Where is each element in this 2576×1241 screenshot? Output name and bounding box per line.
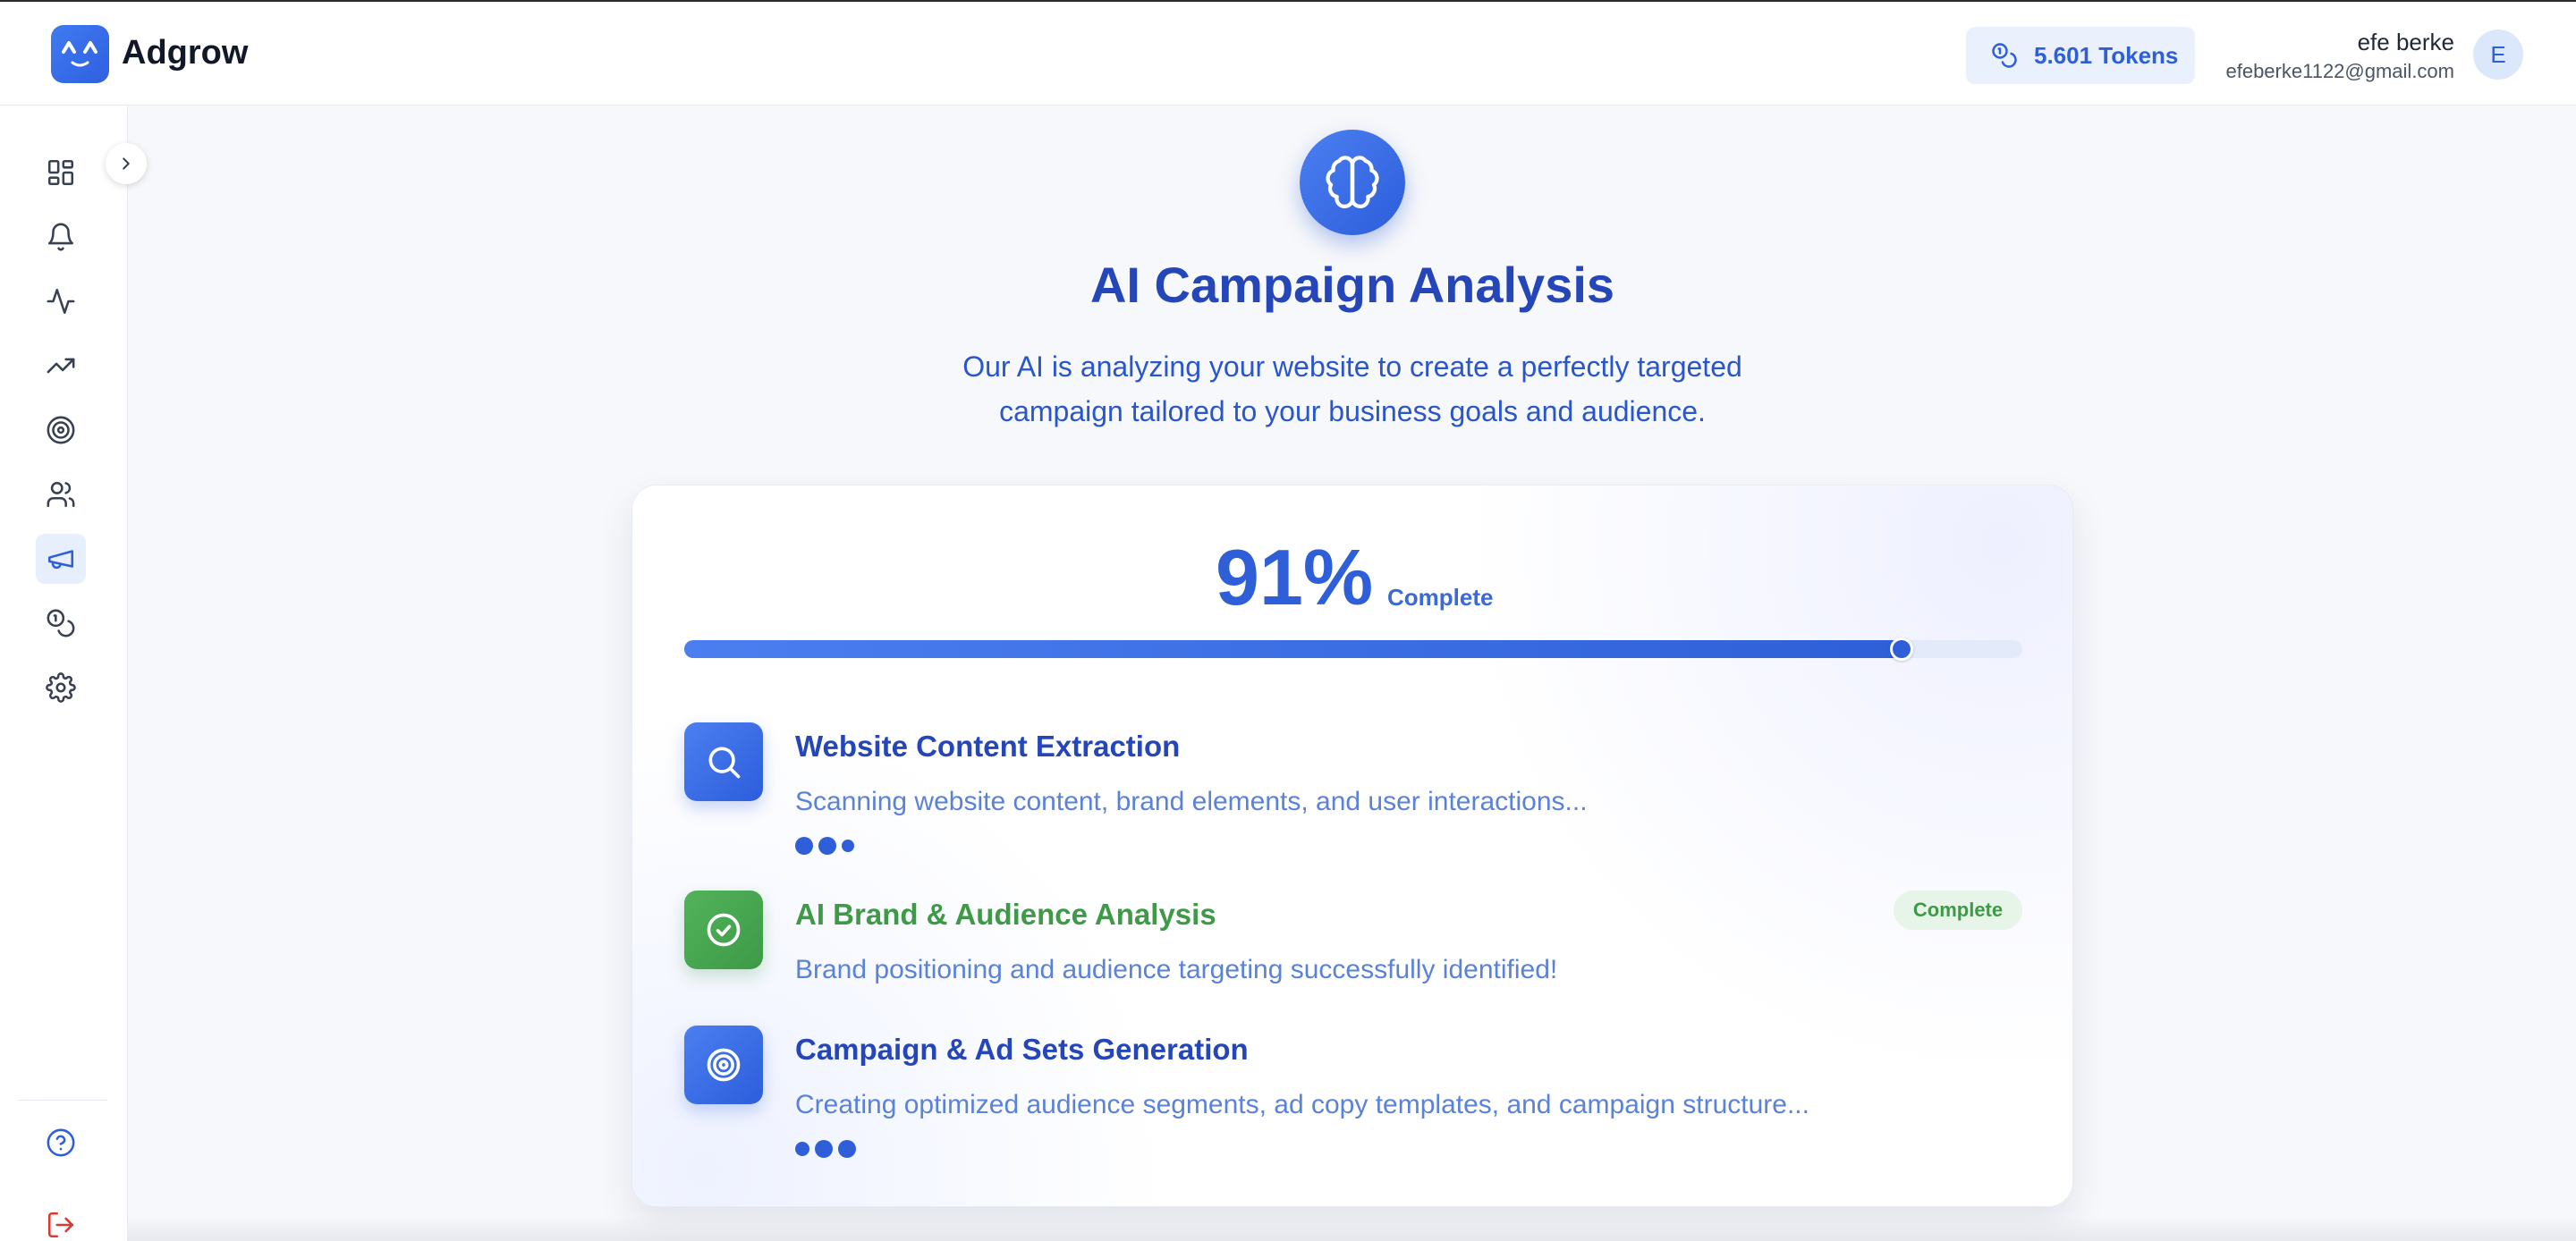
loading-dot — [795, 837, 813, 855]
coins-icon — [1992, 43, 2017, 68]
sidebar-divider — [18, 1100, 107, 1101]
progress-bar — [684, 637, 2022, 661]
users-icon — [47, 481, 75, 508]
status-badge: Complete — [1894, 891, 2022, 930]
sidebar-item-analytics[interactable] — [36, 341, 86, 391]
sidebar-item-targets[interactable] — [36, 405, 86, 455]
target-icon — [47, 416, 75, 444]
sidebar-item-dashboard[interactable] — [36, 148, 86, 198]
sidebar-item-tokens[interactable] — [36, 598, 86, 648]
sidebar-item-logout[interactable] — [36, 1200, 86, 1241]
progress-label: Complete — [1387, 584, 1494, 611]
progress-bar-knob — [1890, 637, 1913, 661]
step-title: AI Brand & Audience Analysis — [795, 898, 1216, 931]
coins-icon — [47, 609, 75, 637]
page-subtitle: Our AI is analyzing your website to crea… — [962, 350, 1742, 427]
user-name: efe berke — [2357, 29, 2454, 55]
brain-icon — [1300, 130, 1405, 235]
sidebar-item-help[interactable] — [36, 1118, 86, 1168]
bell-icon — [47, 223, 74, 251]
progress-percent: 91% — [1216, 533, 1374, 621]
analysis-card: 91% Complete Website Content Extraction … — [631, 485, 2073, 1207]
megaphone-icon — [47, 550, 74, 570]
avatar[interactable]: E — [2473, 30, 2523, 80]
sidebar-collapse-button[interactable] — [106, 143, 147, 184]
page-title: AI Campaign Analysis — [1089, 257, 1615, 313]
step-campaign-generation: Campaign & Ad Sets Generation Creating o… — [684, 1026, 2022, 1160]
loading-dots — [795, 1140, 856, 1158]
step-brand-audience-analysis: AI Brand & Audience Analysis Brand posit… — [684, 891, 2022, 989]
loading-dot — [795, 1142, 809, 1156]
tokens-label: 5.601 Tokens — [2034, 41, 2179, 69]
logo-icon[interactable] — [51, 25, 109, 83]
logout-icon — [47, 1211, 74, 1238]
settings-icon — [46, 672, 76, 703]
check-circle-icon — [684, 891, 763, 969]
help-icon — [47, 1128, 75, 1157]
progress-bar-fill — [684, 640, 1902, 658]
chevron-right-icon — [123, 157, 130, 170]
loading-dot — [815, 1140, 833, 1158]
sidebar-item-notifications[interactable] — [36, 212, 86, 262]
step-description: Creating optimized audience segments, ad… — [795, 1090, 1809, 1119]
search-icon — [684, 722, 763, 801]
dashboard-icon — [47, 159, 74, 186]
sidebar-item-settings[interactable] — [36, 663, 86, 713]
step-description: Brand positioning and audience targeting… — [795, 955, 1558, 984]
step-title: Website Content Extraction — [795, 730, 1181, 763]
bottom-fade — [128, 1216, 2576, 1241]
loading-dot — [838, 1140, 856, 1158]
sidebar-item-campaigns[interactable] — [36, 534, 86, 584]
trending-up-icon — [47, 358, 75, 374]
loading-dot — [842, 840, 854, 852]
target-icon — [684, 1026, 763, 1104]
sidebar-item-audiences[interactable] — [36, 469, 86, 519]
loading-dots — [795, 837, 854, 855]
tokens-button[interactable]: 5.601 Tokens — [1966, 27, 2195, 84]
loading-dot — [818, 837, 836, 855]
user-email: efeberke1122@gmail.com — [2225, 60, 2454, 82]
brand-name: Adgrow — [122, 34, 249, 72]
step-website-extraction: Website Content Extraction Scanning webs… — [684, 722, 2022, 857]
top-bar: Adgrow 5.601 Tokens efe berke efeberke11… — [0, 0, 2576, 106]
step-title: Campaign & Ad Sets Generation — [795, 1033, 1249, 1066]
step-description: Scanning website content, brand elements… — [795, 787, 1588, 816]
